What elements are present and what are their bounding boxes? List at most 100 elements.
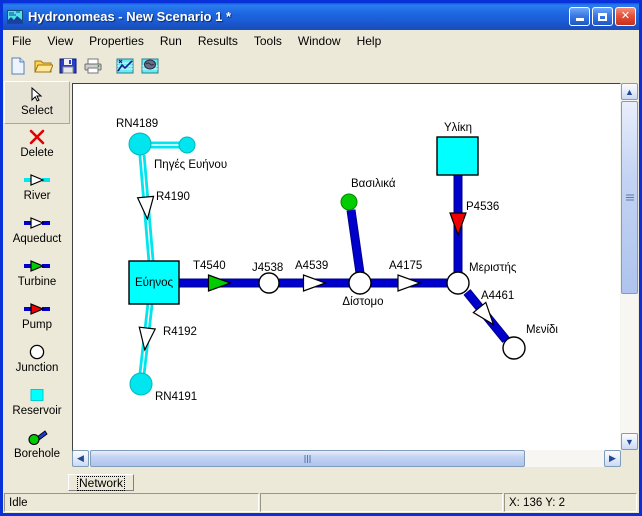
menu-item-window[interactable]: Window (291, 32, 348, 50)
window-title: Hydronomeas - New Scenario 1 * (28, 9, 232, 24)
palette-label-delete: Delete (20, 147, 54, 159)
node-label-J4538: J4538 (252, 262, 283, 274)
horizontal-scrollbar[interactable]: ◀ ▶ (72, 450, 621, 467)
node-label-Distomo: Δίστομο (342, 296, 383, 308)
menu-item-properties[interactable]: Properties (82, 32, 151, 50)
application-window: Hydronomeas - New Scenario 1 * ✕ File Vi… (0, 0, 642, 516)
chart-button[interactable] (113, 54, 137, 78)
menu-item-results[interactable]: Results (191, 32, 245, 50)
tab-network[interactable]: Network (68, 474, 135, 491)
new-document-icon (11, 57, 25, 74)
save-button[interactable] (56, 54, 80, 78)
node-J4538[interactable] (258, 272, 280, 294)
vertical-scroll-thumb[interactable] (621, 101, 638, 294)
grip-icon (625, 194, 634, 201)
node-label-Vasilika: Βασιλικά (351, 178, 396, 190)
palette-tool-select[interactable]: Select (4, 81, 70, 124)
turbine-arrow-icon (24, 255, 50, 277)
junction-circle-icon (28, 341, 46, 363)
node-label-Yliki: Υλίκη (444, 122, 472, 134)
menu-item-help[interactable]: Help (350, 32, 389, 50)
pump-arrow-icon (24, 298, 50, 320)
vertical-scrollbar[interactable]: ▲ ▼ (621, 83, 638, 450)
maximize-button[interactable] (592, 7, 613, 26)
marker-P4536[interactable] (449, 212, 467, 237)
link-label-R4190: R4190 (156, 191, 190, 203)
network-canvas[interactable]: R4190 R4192 T4540 A4539 A4175 P4536 A4461 RN418… (73, 84, 606, 451)
palette-tool-aqueduct[interactable]: Aqueduct (4, 210, 70, 253)
palette-tool-river[interactable]: River (4, 167, 70, 210)
title-bar: Hydronomeas - New Scenario 1 * ✕ (3, 3, 639, 30)
tab-network-label: Network (77, 476, 126, 491)
open-folder-icon (34, 60, 53, 72)
palette-tool-borehole[interactable]: Borehole (4, 425, 70, 468)
status-bar: Idle X: 136 Y: 2 (3, 492, 639, 513)
node-PigesEvinou[interactable] (178, 136, 196, 154)
node-Vasilika[interactable] (340, 193, 358, 211)
node-Yliki[interactable] (436, 136, 479, 176)
palette-label-reservoir: Reservoir (12, 405, 62, 417)
link-label-A4175: A4175 (389, 260, 422, 272)
palette-tool-reservoir[interactable]: Reservoir (4, 382, 70, 425)
node-label-PigesEvinou: Πηγές Ευήνου (154, 159, 227, 171)
link-label-P4536: P4536 (466, 201, 499, 213)
cursor-arrow-icon (28, 84, 46, 106)
node-Menidi[interactable] (502, 336, 526, 360)
link-label-A4539: A4539 (295, 260, 328, 272)
app-icon (7, 9, 23, 25)
menu-bar: File View Properties Run Results Tools W… (3, 30, 639, 52)
link-VasLink[interactable] (346, 209, 365, 274)
new-document-button[interactable] (6, 54, 30, 78)
grip-icon (304, 454, 311, 463)
palette-label-select: Select (21, 105, 53, 117)
link-label-T4540: T4540 (193, 260, 226, 272)
network-analysis-button[interactable] (138, 54, 162, 78)
status-middle (260, 493, 503, 512)
marker-A4175[interactable] (397, 274, 422, 292)
palette-label-turbine: Turbine (17, 276, 57, 288)
palette-tool-junction[interactable]: Junction (4, 339, 70, 382)
save-disk-icon (59, 58, 77, 73)
red-x-icon (28, 126, 46, 148)
status-text: Idle (4, 493, 259, 512)
borehole-icon (26, 427, 48, 449)
network-diagram[interactable]: R4190 R4192 T4540 A4539 A4175 P4536 A4461 RN418… (73, 84, 606, 451)
node-Distomo[interactable] (348, 271, 372, 295)
palette-label-borehole: Borehole (13, 448, 61, 460)
horizontal-scroll-thumb[interactable] (90, 450, 525, 467)
minimize-button[interactable] (569, 7, 590, 26)
link-label-R4192: R4192 (163, 326, 197, 338)
palette-tool-turbine[interactable]: Turbine (4, 253, 70, 296)
scroll-down-button[interactable]: ▼ (621, 433, 638, 450)
marker-R4190[interactable] (136, 195, 156, 221)
scroll-up-button[interactable]: ▲ (621, 83, 638, 100)
close-button[interactable]: ✕ (615, 7, 636, 26)
toolbar (3, 51, 639, 80)
link-label-A4461: A4461 (481, 290, 514, 302)
scroll-right-button[interactable]: ▶ (604, 450, 621, 467)
toolbar-separator (106, 54, 113, 78)
river-arrow-icon (24, 169, 50, 191)
node-RN4191[interactable] (129, 372, 153, 396)
node-label-RN4191: RN4191 (155, 391, 197, 403)
palette-label-junction: Junction (15, 362, 59, 374)
menu-item-view[interactable]: View (40, 32, 80, 50)
node-Meristis[interactable] (446, 271, 470, 295)
marker-R4192[interactable] (137, 326, 157, 352)
palette-label-river: River (23, 190, 51, 202)
scroll-left-button[interactable]: ◀ (72, 450, 89, 467)
printer-icon (84, 58, 102, 73)
node-label-Menidi: Μενίδι (526, 324, 558, 336)
node-RN4189[interactable] (128, 132, 152, 156)
chart-icon (116, 58, 134, 73)
menu-item-run[interactable]: Run (153, 32, 189, 50)
palette-tool-delete[interactable]: Delete (4, 124, 70, 167)
marker-A4539[interactable] (302, 274, 328, 292)
marker-T4540[interactable] (207, 274, 233, 292)
menu-item-file[interactable]: File (5, 32, 38, 50)
print-button[interactable] (81, 54, 105, 78)
open-folder-button[interactable] (31, 54, 55, 78)
palette-label-aqueduct: Aqueduct (12, 233, 62, 245)
menu-item-tools[interactable]: Tools (247, 32, 289, 50)
palette-tool-pump[interactable]: Pump (4, 296, 70, 339)
